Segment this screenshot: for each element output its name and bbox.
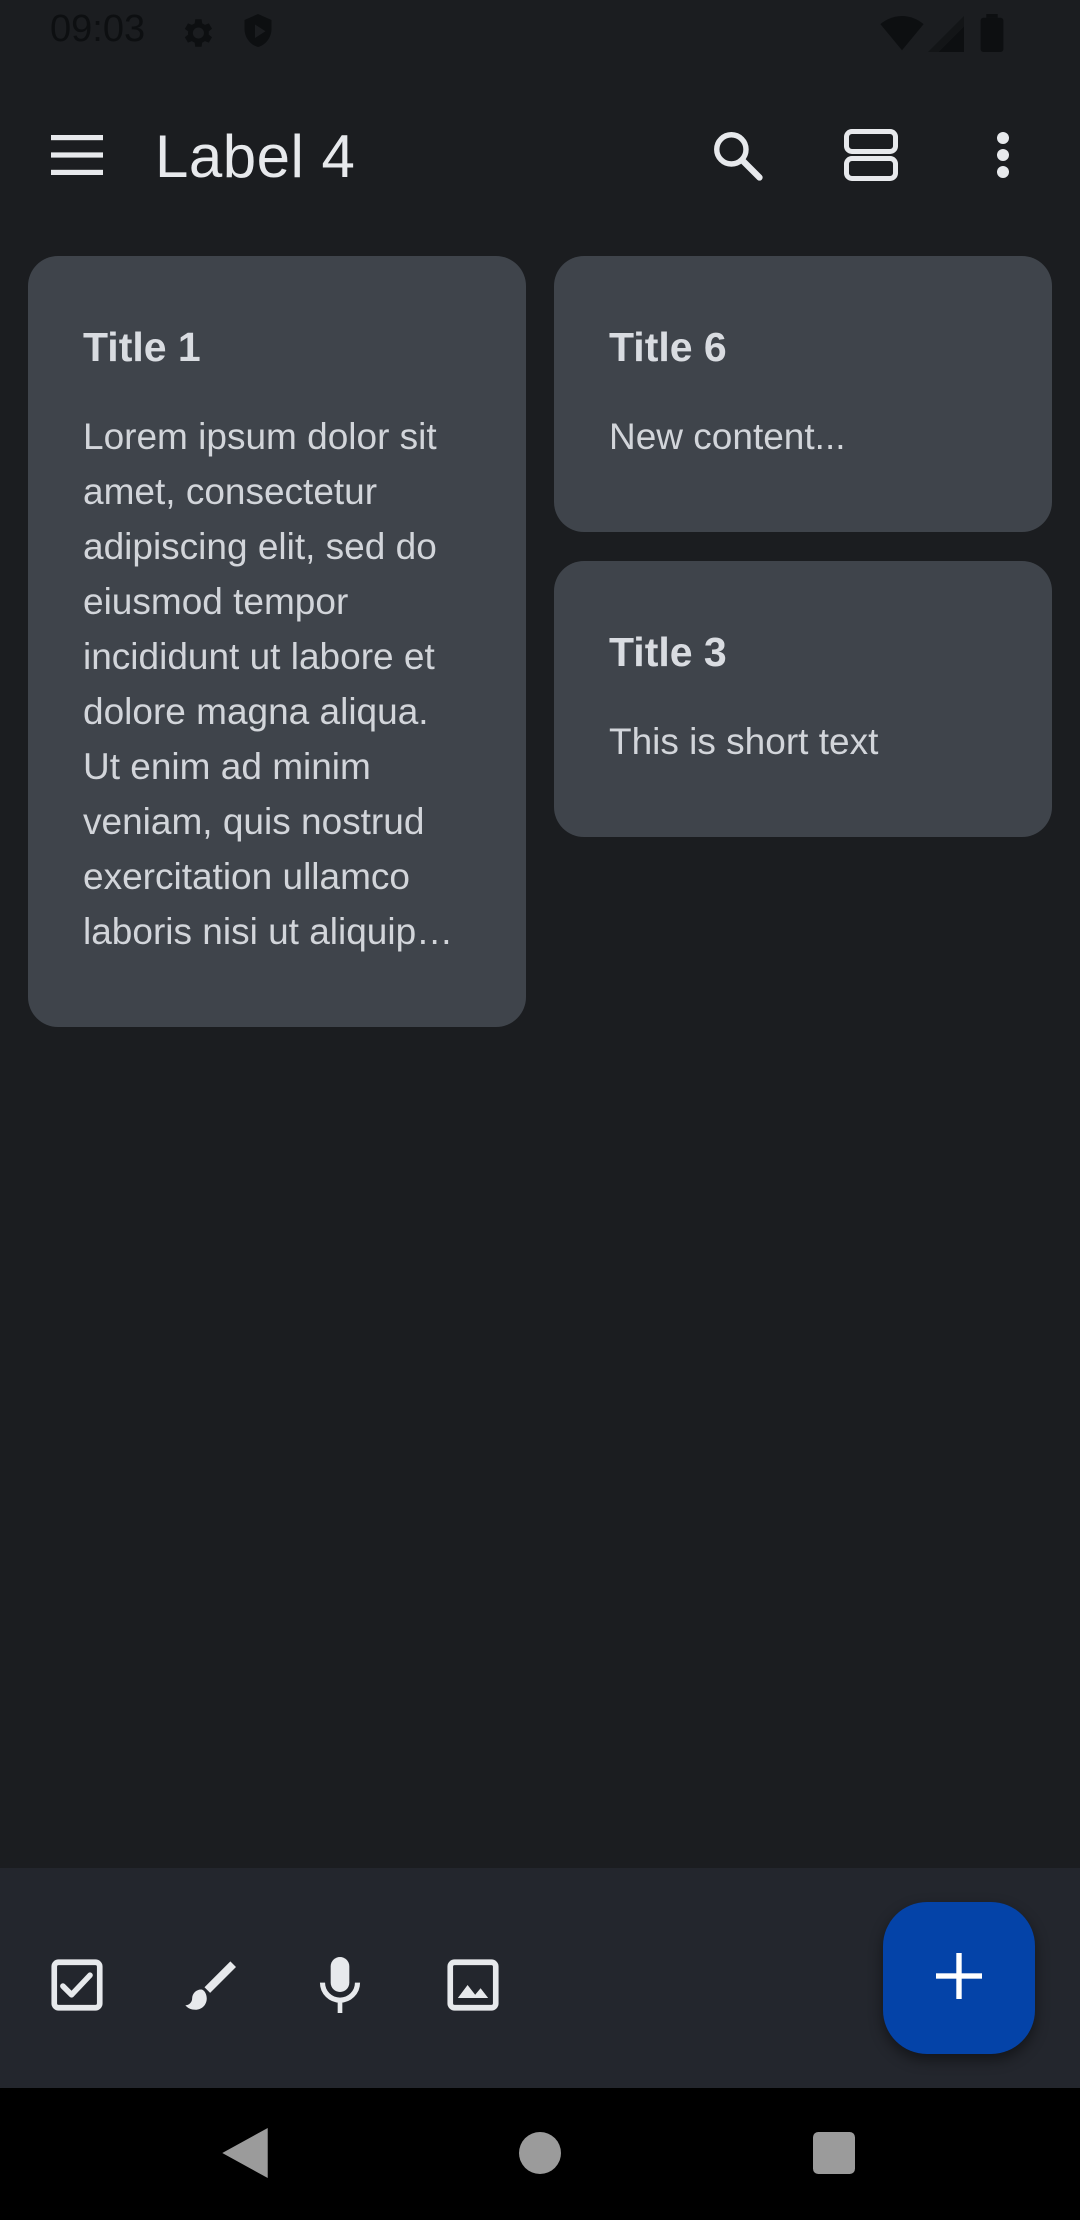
note-body-line: Lorem ipsum dolor sit: [83, 416, 437, 457]
menu-icon: [51, 134, 103, 180]
note-body: New content...: [609, 416, 846, 457]
nav-home-button[interactable]: [503, 2118, 577, 2192]
more-options-button[interactable]: [966, 120, 1040, 194]
mic-icon: [318, 1956, 362, 2018]
back-icon: [222, 2127, 268, 2183]
view-toggle-button[interactable]: [834, 120, 908, 194]
add-icon: [936, 1952, 982, 2004]
note-body-line: exercitation ullamco: [83, 856, 410, 897]
view-toggle-icon: [844, 128, 899, 186]
new-checklist-button[interactable]: [40, 1950, 114, 2024]
bottom-app-bar: [0, 1868, 1080, 2088]
brush-icon: [182, 1958, 236, 2017]
battery-icon: [980, 14, 1004, 57]
note-card[interactable]: Title 3 This is short text: [554, 561, 1052, 837]
page-title: Label 4: [155, 123, 356, 190]
note-body: This is short text: [609, 721, 879, 762]
checkbox-icon: [51, 1958, 103, 2016]
search-button[interactable]: [700, 120, 774, 194]
note-body-line: eiusmod tempor: [83, 581, 349, 622]
note-card[interactable]: Title 6 New content...: [554, 256, 1052, 532]
note-title: Title 1: [83, 324, 201, 370]
app-bar: Label 4: [0, 90, 1080, 220]
new-drawing-button[interactable]: [172, 1950, 246, 2024]
status-bar: 09:03: [0, 0, 1080, 66]
recents-icon: [813, 2131, 855, 2179]
navigation-bar: [0, 2088, 1080, 2220]
note-title: Title 3: [609, 629, 727, 675]
note-body: Lorem ipsum dolor sit amet, consectetur …: [83, 409, 486, 959]
note-card[interactable]: Title 1 Lorem ipsum dolor sit amet, cons…: [28, 256, 526, 1027]
home-icon: [519, 2131, 561, 2179]
more-vert-icon: [995, 130, 1011, 185]
note-body-line: laboris nisi ut aliquip…: [83, 911, 454, 952]
new-image-button[interactable]: [436, 1950, 510, 2024]
menu-button[interactable]: [40, 120, 114, 194]
note-title: Title 6: [609, 324, 727, 370]
status-time: 09:03: [50, 8, 146, 50]
shield-play-icon: [240, 12, 276, 57]
note-body-line: adipiscing elit, sed do: [83, 526, 437, 567]
note-body-line: Ut enim ad minim: [83, 746, 371, 787]
image-icon: [447, 1958, 499, 2016]
settings-icon: [178, 14, 216, 57]
nav-back-button[interactable]: [208, 2118, 282, 2192]
note-body-line: dolore magna aliqua.: [83, 691, 429, 732]
signal-icon: [928, 16, 964, 57]
note-body-line: veniam, quis nostrud: [83, 801, 425, 842]
add-note-fab[interactable]: [883, 1902, 1035, 2054]
note-body-line: incididunt ut labore et: [83, 636, 435, 677]
search-icon: [710, 128, 764, 187]
nav-recents-button[interactable]: [797, 2118, 871, 2192]
wifi-icon: [880, 16, 924, 57]
new-audio-button[interactable]: [303, 1950, 377, 2024]
note-body-line: amet, consectetur: [83, 471, 378, 512]
